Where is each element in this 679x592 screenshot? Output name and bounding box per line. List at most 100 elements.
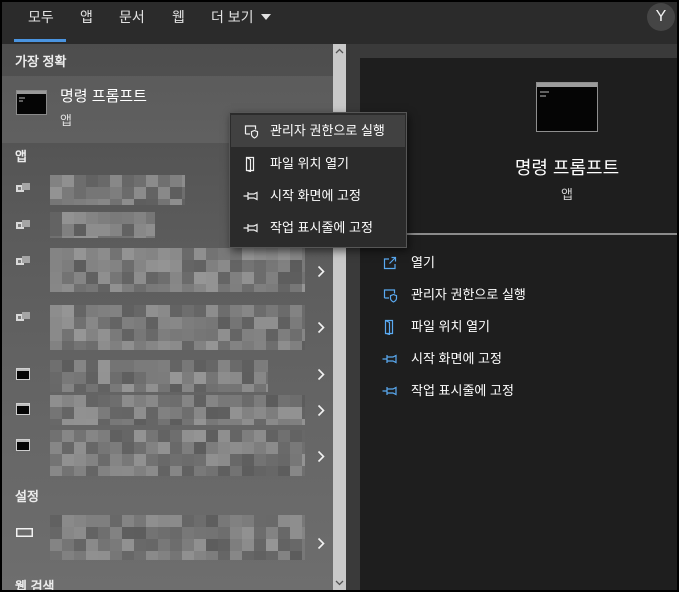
mosaic-cell: [290, 260, 302, 272]
mosaic-cell: [170, 199, 182, 205]
mosaic-cell: [182, 341, 194, 350]
mosaic-cell: [86, 341, 98, 350]
chevron-right-icon[interactable]: [317, 265, 325, 278]
preview-panel: 명령 프롬프트 앱 열기 관리자 권한으로 실행 파일 위치 열기 시작 화면에…: [360, 58, 677, 590]
mosaic-cell: [98, 305, 110, 317]
menu-item-pin-to-taskbar[interactable]: 작업 표시줄에 고정: [231, 212, 405, 244]
mosaic-cell: [158, 384, 170, 392]
list-item[interactable]: [2, 302, 333, 358]
mosaic-cell: [170, 284, 182, 292]
mosaic-cell: [158, 442, 170, 454]
mosaic-cell: [242, 372, 254, 384]
mosaic-cell: [218, 442, 230, 454]
list-item[interactable]: [2, 430, 333, 480]
mosaic-cell: [158, 317, 170, 329]
scroll-up-icon[interactable]: [335, 48, 344, 54]
mosaic-cell: [86, 384, 98, 392]
mosaic-cell: [290, 341, 302, 350]
mosaic-cell: [218, 260, 230, 272]
chevron-right-icon[interactable]: [317, 404, 325, 417]
mosaic-cell: [98, 527, 110, 539]
list-item[interactable]: [2, 512, 333, 562]
list-item[interactable]: [2, 394, 333, 430]
mosaic-cell: [50, 515, 62, 527]
action-pin-to-taskbar[interactable]: 작업 표시줄에 고정: [360, 375, 677, 407]
chevron-right-icon[interactable]: [317, 450, 325, 463]
mosaic-cell: [98, 372, 110, 384]
mosaic-cell: [230, 260, 242, 272]
mosaic-cell: [266, 395, 278, 407]
mosaic-cell: [110, 317, 122, 329]
mosaic-cell: [230, 329, 242, 341]
mosaic-cell: [290, 527, 302, 539]
mosaic-cell: [170, 260, 182, 272]
mosaic-cell: [170, 551, 182, 560]
mosaic-cell: [290, 454, 302, 466]
scroll-down-icon[interactable]: [335, 580, 344, 586]
menu-item-pin-to-start[interactable]: 시작 화면에 고정: [231, 180, 405, 212]
mosaic-cell: [122, 407, 134, 419]
mosaic-cell: [98, 175, 110, 187]
action-run-as-admin[interactable]: 관리자 권한으로 실행: [360, 279, 677, 311]
apps-section-header: 앱: [15, 149, 27, 164]
mosaic-cell: [146, 430, 158, 442]
mosaic-cell: [278, 515, 290, 527]
mosaic-cell: [86, 515, 98, 527]
mosaic-cell: [302, 305, 305, 317]
mosaic-cell: [242, 395, 254, 407]
mosaic-cell: [230, 395, 242, 407]
mosaic-cell: [230, 442, 242, 454]
mosaic-cell: [182, 329, 194, 341]
tab-all[interactable]: 모두: [28, 2, 54, 32]
action-pin-to-start[interactable]: 시작 화면에 고정: [360, 343, 677, 375]
tab-more[interactable]: 더 보기: [211, 2, 271, 32]
mosaic-cell: [74, 466, 86, 476]
menu-item-open-file-location[interactable]: 파일 위치 열기: [231, 148, 405, 180]
tab-documents[interactable]: 문서: [119, 2, 145, 32]
mosaic-cell: [254, 419, 266, 425]
mosaic-cell: [134, 360, 146, 372]
mosaic-cell: [182, 372, 194, 384]
mosaic-cell: [266, 260, 278, 272]
mosaic-cell: [110, 360, 122, 372]
mosaic-cell: [158, 305, 170, 317]
mosaic-cell: [98, 329, 110, 341]
menu-item-run-as-admin[interactable]: 관리자 권한으로 실행: [231, 115, 405, 147]
mosaic-cell: [266, 419, 278, 425]
mosaic-cell: [158, 341, 170, 350]
mosaic-cell: [110, 341, 122, 350]
mosaic-cell: [110, 175, 122, 187]
user-avatar[interactable]: Y: [647, 3, 675, 31]
mosaic-cell: [194, 442, 206, 454]
chevron-right-icon[interactable]: [317, 321, 325, 334]
chevron-right-icon[interactable]: [317, 368, 325, 381]
mosaic-cell: [74, 527, 86, 539]
mosaic-cell: [170, 515, 182, 527]
mosaic-cell: [170, 419, 182, 425]
mosaic-cell: [194, 317, 206, 329]
mosaic-cell: [146, 407, 158, 419]
preview-title: 명령 프롬프트: [514, 158, 620, 178]
mosaic-cell: [86, 272, 98, 284]
mosaic-cell: [218, 407, 230, 419]
action-open[interactable]: 열기: [360, 247, 677, 279]
mosaic-cell: [158, 539, 170, 551]
list-item[interactable]: [2, 358, 333, 396]
mosaic-cell: [230, 539, 242, 551]
list-item[interactable]: [2, 246, 333, 302]
action-open-file-location[interactable]: 파일 위치 열기: [360, 311, 677, 343]
web-search-section-header: 웹 검색: [15, 579, 55, 590]
app-icon: [16, 183, 30, 192]
mosaic-cell: [86, 305, 98, 317]
mosaic-cell: [74, 341, 86, 350]
mosaic-cell: [122, 527, 134, 539]
tab-apps[interactable]: 앱: [80, 2, 93, 32]
mosaic-cell: [254, 384, 266, 392]
mosaic-cell: [170, 360, 182, 372]
chevron-right-icon[interactable]: [317, 537, 325, 550]
mosaic-cell: [134, 175, 146, 187]
mosaic-cell: [218, 272, 230, 284]
preview-subtitle: 앱: [561, 187, 573, 202]
tab-web[interactable]: 웹: [172, 2, 185, 32]
action-label: 파일 위치 열기: [411, 319, 490, 334]
